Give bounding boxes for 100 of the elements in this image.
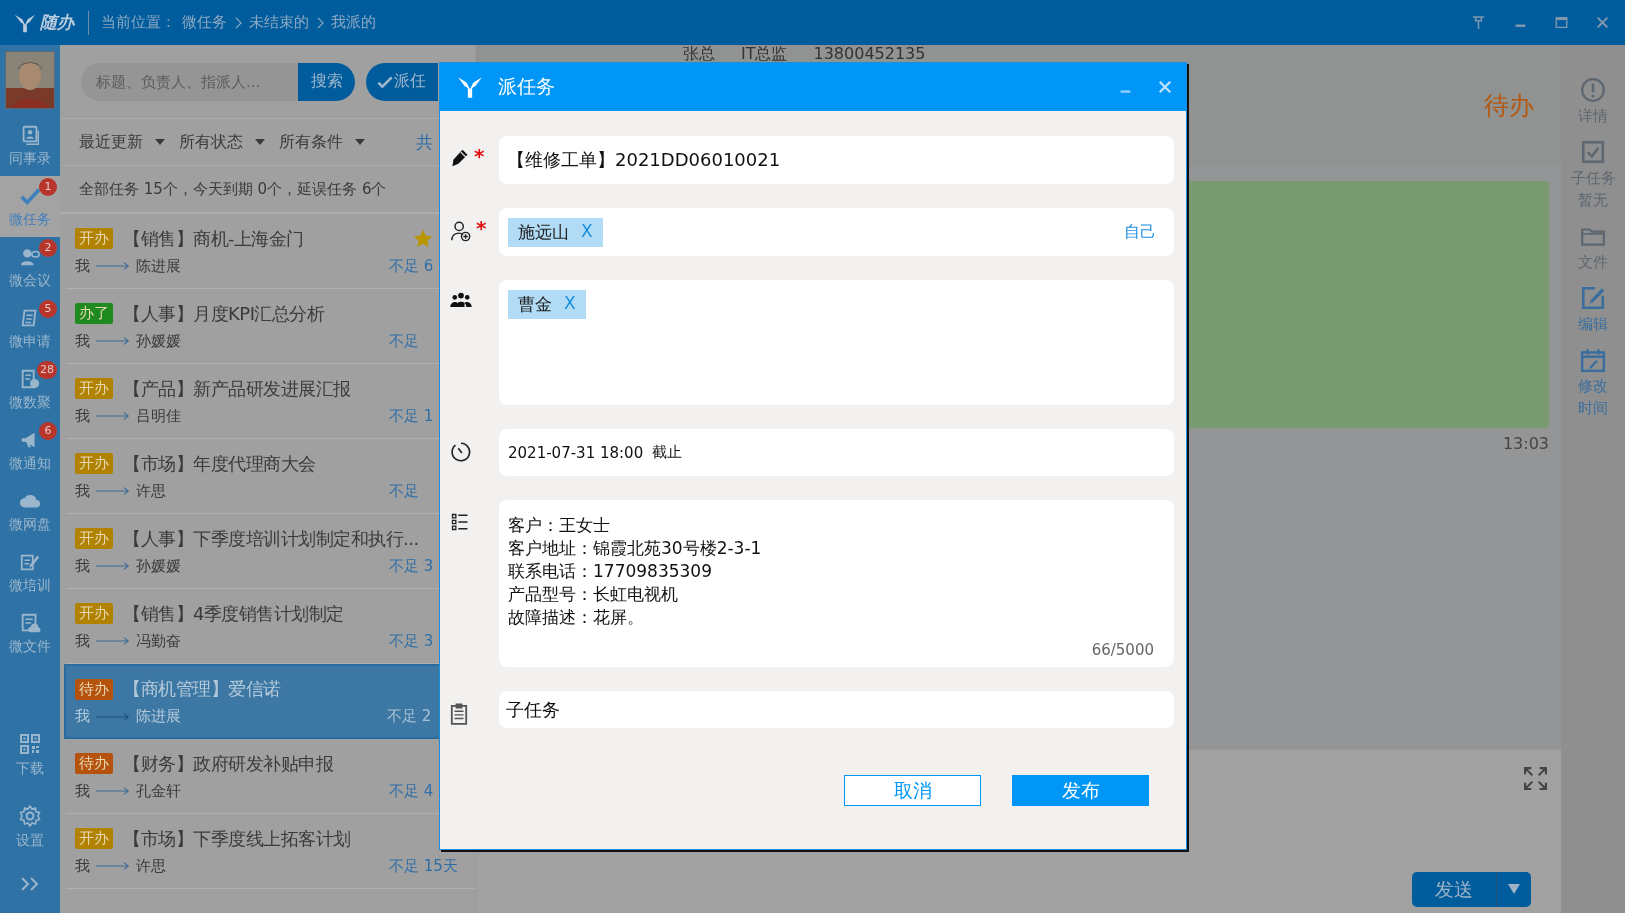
status-tag: 待办 xyxy=(75,753,113,774)
publish-button[interactable]: 发布 xyxy=(1012,775,1149,806)
double-chevron-icon[interactable] xyxy=(20,877,40,891)
sidebar-item[interactable]: 下载 xyxy=(0,719,60,791)
message-time: 13:03 xyxy=(1502,434,1549,453)
sidebar-item[interactable]: 微申请 5 xyxy=(0,298,60,359)
sidebar-item[interactable]: 微通知 6 xyxy=(0,420,60,481)
assigner-name: 我 xyxy=(75,331,90,351)
assignee-name: 陈进展 xyxy=(136,707,181,726)
status-tag: 待办 xyxy=(75,678,113,700)
task-title: 【市场】下季度线上拓客计划 xyxy=(123,826,351,851)
search-field[interactable]: 标题、负责人、指派人... xyxy=(81,62,298,101)
arrow-icon xyxy=(96,636,130,646)
due-text: 不足 1 xyxy=(389,406,434,425)
pencil-icon xyxy=(450,148,470,168)
location-label: 当前位置： xyxy=(101,13,176,32)
assignee-field[interactable]: 施远山 X 自己 xyxy=(499,208,1174,256)
assignee-name: 许思 xyxy=(136,481,166,501)
status-tag: 开办 xyxy=(75,828,113,849)
sidebar-item[interactable]: 微网盘 xyxy=(0,481,60,542)
task-title: 【人事】月度KPI汇总分析 xyxy=(123,301,325,326)
contact-text: 张总 xyxy=(683,45,715,62)
required-mark: * xyxy=(476,220,487,236)
search-button[interactable]: 搜索 xyxy=(298,62,355,101)
sidebar-item[interactable]: 微培训 xyxy=(0,542,60,603)
close-icon[interactable] xyxy=(1596,16,1609,29)
deadline-label: 截止 xyxy=(652,443,683,462)
data-document-icon xyxy=(19,367,41,390)
assignee-name: 许思 xyxy=(136,856,166,876)
chevron-icon xyxy=(317,16,324,29)
sidebar-item[interactable]: 微任务 1 xyxy=(0,176,60,237)
assignee-name: 陈进展 xyxy=(136,256,181,276)
task-status: 待办 xyxy=(1484,90,1534,122)
status-tag: 开办 xyxy=(75,453,113,474)
expand-icon[interactable] xyxy=(1523,766,1548,791)
pin-icon[interactable] xyxy=(1471,15,1486,30)
list-icon xyxy=(450,512,470,532)
sidebar-item[interactable]: 微会议 2 xyxy=(0,237,60,298)
due-text: 不足 15天 xyxy=(389,856,458,875)
deadline-value: 2021-07-31 18:00 xyxy=(508,443,644,462)
subtask-field[interactable]: 子任务 xyxy=(499,691,1174,728)
count-badge: 28 xyxy=(37,361,57,379)
sidebar-item[interactable]: 同事录 xyxy=(0,115,60,176)
participants-field[interactable]: 曹金 X xyxy=(499,280,1174,405)
assignee-name: 孙媛媛 xyxy=(136,331,181,351)
dialog-title: 派任务 xyxy=(498,74,555,99)
caret-icon xyxy=(1508,884,1520,894)
count-badge: 2 xyxy=(39,239,57,257)
due-text: 不足 xyxy=(389,331,419,350)
status-tag: 开办 xyxy=(75,528,113,549)
chevron-icon xyxy=(235,16,242,29)
arrow-icon xyxy=(96,411,130,421)
star-icon[interactable] xyxy=(413,228,433,249)
caret-icon xyxy=(255,139,265,145)
send-button[interactable]: 发送 xyxy=(1412,872,1497,907)
assign-task-button[interactable]: 派任 xyxy=(366,62,438,101)
cancel-button[interactable]: 取消 xyxy=(844,775,981,806)
send-options-button[interactable] xyxy=(1497,872,1531,907)
maximize-icon[interactable] xyxy=(1555,16,1568,29)
info-icon xyxy=(1580,77,1606,103)
self-link[interactable]: 自己 xyxy=(1124,221,1156,243)
filter-dropdown[interactable]: 所有条件 xyxy=(279,131,365,153)
caret-icon xyxy=(155,139,165,145)
remove-tag-button[interactable]: X xyxy=(564,293,576,316)
settings-icon xyxy=(18,804,42,828)
task-title: 【销售】4季度销售计划制定 xyxy=(123,601,344,626)
filter-dropdown[interactable]: 所有状态 xyxy=(179,131,265,153)
task-title: 【产品】新产品研发进展汇报 xyxy=(123,376,351,401)
breadcrumb-link[interactable]: 微任务 xyxy=(182,13,227,32)
filter-dropdown[interactable]: 最近更新 xyxy=(79,131,165,153)
due-text: 不足 2 xyxy=(387,707,432,725)
deadline-field[interactable]: 2021-07-31 18:00 截止 xyxy=(499,429,1174,476)
arrow-icon xyxy=(96,336,130,346)
status-tag: 开办 xyxy=(75,378,113,399)
assignee-name: 孙媛媛 xyxy=(136,556,181,576)
breadcrumb-link[interactable]: 未结束的 xyxy=(249,13,309,32)
remove-tag-button[interactable]: X xyxy=(581,220,593,244)
status-tag: 开办 xyxy=(75,603,113,624)
character-counter: 66/5000 xyxy=(1091,641,1154,659)
sidebar-item[interactable]: 微数聚 28 xyxy=(0,359,60,420)
task-title: 【商机管理】爱信诺 xyxy=(123,677,281,701)
task-title: 【人事】下季度培训计划制定和执行... xyxy=(123,526,419,551)
task-title-field[interactable]: 【维修工单】2021DD06010021 xyxy=(499,136,1174,184)
assigner-name: 我 xyxy=(75,556,90,576)
arrow-icon xyxy=(96,711,130,722)
caret-icon xyxy=(355,139,365,145)
assigner-name: 我 xyxy=(75,256,90,276)
assigner-name: 我 xyxy=(75,406,90,426)
breadcrumb-link[interactable]: 我派的 xyxy=(331,13,376,32)
due-text: 不足 xyxy=(389,481,419,500)
sidebar-item[interactable]: 微文件 xyxy=(0,603,60,664)
tag-name: 施远山 xyxy=(518,220,569,244)
assigner-name: 我 xyxy=(75,781,90,801)
group-icon xyxy=(450,292,472,308)
filter-link[interactable]: 共 xyxy=(416,130,433,154)
arrow-icon xyxy=(96,786,130,796)
count-badge: 5 xyxy=(39,300,57,318)
due-text: 不足 3 xyxy=(389,556,434,575)
due-text: 不足 4 xyxy=(389,781,434,800)
sidebar-item[interactable]: 设置 xyxy=(0,791,60,863)
